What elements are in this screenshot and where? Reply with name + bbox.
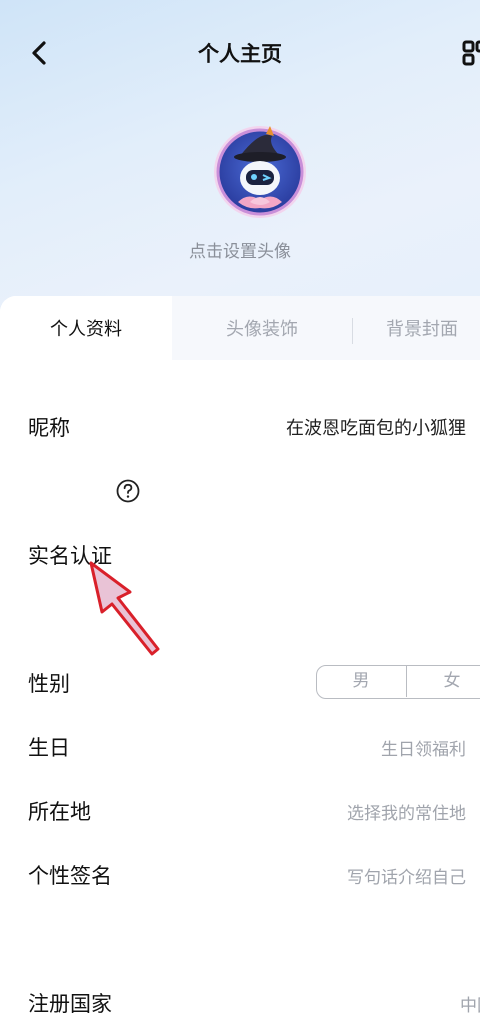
robot-avatar-icon bbox=[214, 126, 306, 218]
question-mark-icon bbox=[116, 479, 140, 503]
signature-label: 个性签名 bbox=[28, 864, 112, 888]
gender-option-female[interactable]: 女 bbox=[406, 666, 480, 697]
tab-avatar-decoration[interactable]: 头像装饰 bbox=[172, 296, 352, 360]
profile-tabs: 个人资料 头像装饰 背景封面 bbox=[0, 296, 480, 360]
tab-background-cover[interactable]: 背景封面 bbox=[352, 296, 480, 360]
page-title: 个人主页 bbox=[198, 42, 282, 66]
qr-code-icon bbox=[462, 40, 480, 66]
qr-code-button[interactable] bbox=[460, 38, 480, 68]
location-label: 所在地 bbox=[28, 800, 91, 824]
tab-personal-info[interactable]: 个人资料 bbox=[0, 296, 172, 360]
nickname-label: 昵称 bbox=[28, 416, 70, 440]
location-input[interactable]: 选择我的常住地 bbox=[347, 799, 466, 824]
tab-divider bbox=[352, 318, 353, 344]
country-value: 中国 bbox=[460, 996, 480, 1016]
gender-label: 性别 bbox=[28, 672, 70, 696]
help-button[interactable] bbox=[115, 478, 141, 504]
gender-selector: 男 女 bbox=[316, 665, 480, 699]
avatar[interactable] bbox=[210, 122, 310, 222]
country-label: 注册国家 bbox=[28, 992, 112, 1016]
annotation-arrow-icon bbox=[89, 561, 160, 656]
birthday-input[interactable]: 生日领福利 bbox=[381, 735, 466, 760]
birthday-label: 生日 bbox=[28, 736, 70, 760]
gender-option-male[interactable]: 男 bbox=[317, 666, 405, 697]
signature-input[interactable]: 写句话介绍自己 bbox=[347, 863, 466, 888]
avatar-hint-text: 点击设置头像 bbox=[189, 242, 291, 262]
nickname-value[interactable]: 在波恩吃面包的小狐狸 bbox=[286, 414, 466, 440]
